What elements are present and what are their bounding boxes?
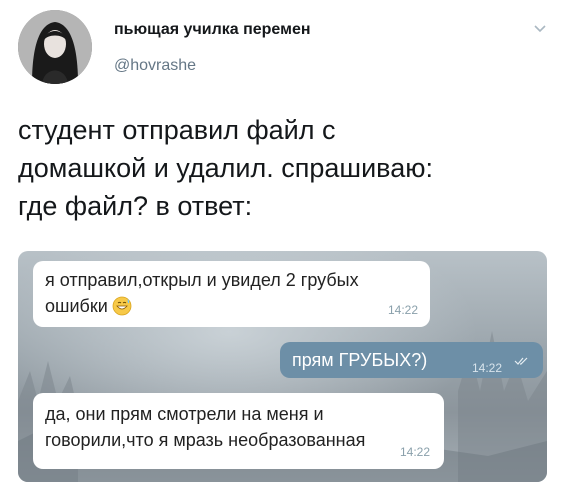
message-text: я отправил,открыл и увидел 2 грубых ошиб… [45, 270, 359, 316]
chat-message-incoming: я отправил,открыл и увидел 2 грубых ошиб… [33, 261, 430, 327]
user-handle[interactable]: @hovrashe [114, 57, 196, 75]
message-text: прям ГРУБЫХ?) [292, 350, 428, 370]
message-time: 14:22 [472, 361, 503, 375]
grinning-sweat-emoji-icon [112, 296, 132, 316]
chat-message-incoming: да, они прям смотрели на меня и говорили… [33, 393, 444, 469]
tweet-text: студент отправил файл с домашкой и удали… [18, 115, 433, 221]
chat-screenshot-media[interactable]: я отправил,открыл и увидел 2 грубых ошиб… [18, 251, 547, 482]
tweet-card: пьющая училка перемен @hovrashe студент … [0, 0, 563, 500]
message-time: 14:22 [399, 445, 430, 459]
double-check-icon [514, 357, 528, 365]
chevron-down-icon[interactable] [533, 22, 547, 36]
display-name[interactable]: пьющая училка перемен [114, 21, 311, 39]
avatar-portrait-icon [18, 10, 92, 84]
avatar[interactable] [18, 10, 92, 84]
chat-message-outgoing: прям ГРУБЫХ?) 14:22 [280, 342, 543, 378]
message-text: да, они прям смотрели на меня и говорили… [45, 404, 366, 450]
message-time: 14:22 [387, 303, 418, 317]
